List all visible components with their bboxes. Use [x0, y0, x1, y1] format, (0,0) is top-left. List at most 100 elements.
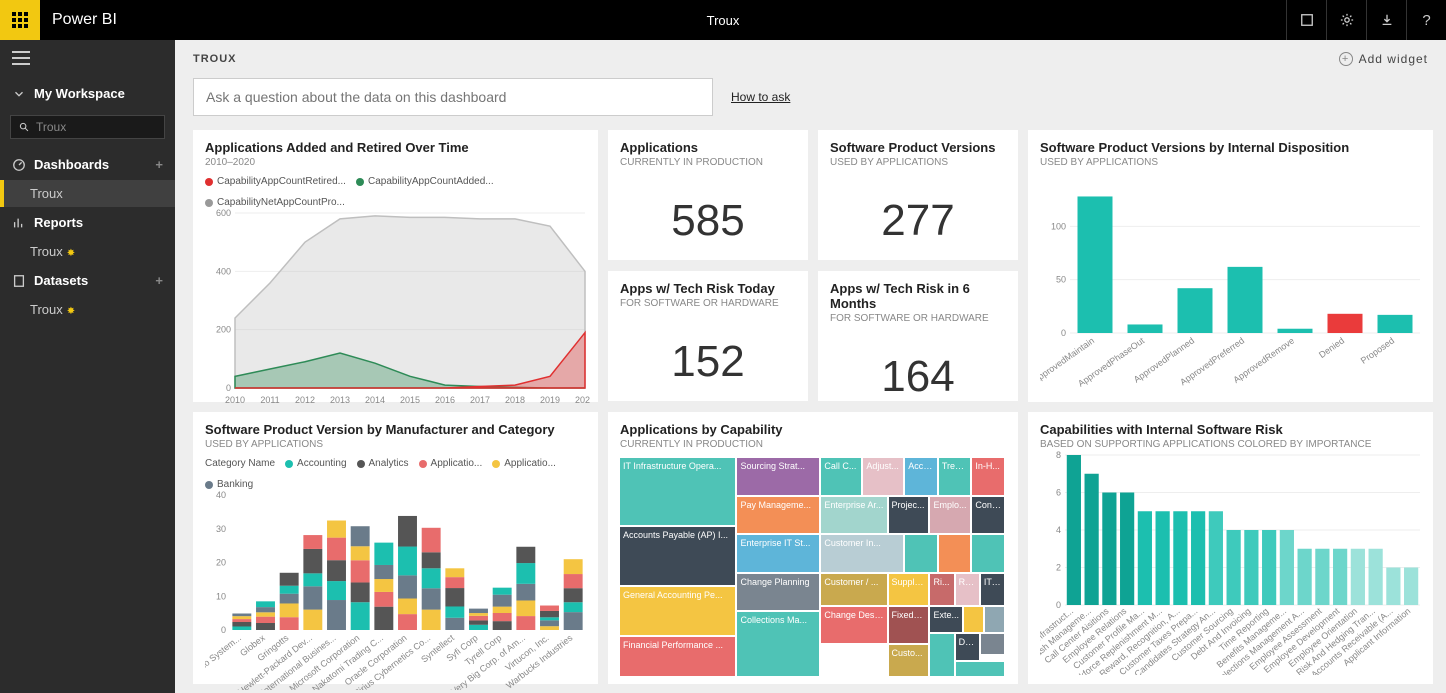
treemap-cell[interactable]: General Accounting Pe...	[620, 587, 735, 635]
treemap-cell[interactable]	[981, 634, 1004, 654]
nav-section-dashboards[interactable]: Dashboards +	[0, 149, 175, 180]
chart-legend: Category Name Accounting Analytics Appli…	[205, 458, 586, 490]
tile-risk-today[interactable]: Apps w/ Tech Risk Today For Software or …	[608, 271, 808, 401]
treemap-cell[interactable]: Emplo...	[930, 497, 970, 534]
workspace-header[interactable]: My Workspace	[0, 76, 175, 111]
sidebar-item-troux-dashboard[interactable]: Troux	[0, 180, 175, 207]
treemap-chart: IT Infrastructure Opera...Accounts Payab…	[620, 458, 1006, 678]
add-dashboard-button[interactable]: +	[155, 157, 163, 172]
chevron-down-icon	[12, 87, 26, 101]
tile-risk-caps-chart[interactable]: Capabilities with Internal Software Risk…	[1028, 412, 1433, 684]
svg-text:Denied: Denied	[1317, 335, 1346, 360]
svg-text:30: 30	[216, 524, 226, 534]
help-button[interactable]: ?	[1406, 0, 1446, 40]
treemap-cell[interactable]: IT Infrastructure Opera...	[620, 458, 735, 525]
stacked-bar-chart: 102030400Cisco System...GlobexGringottsH…	[205, 490, 590, 690]
area-chart: 0200400600201020112012201320142015201620…	[205, 208, 590, 408]
workspace-label: My Workspace	[34, 86, 125, 101]
treemap-cell[interactable]: Ri...	[930, 574, 953, 605]
svg-text:4: 4	[1056, 525, 1061, 535]
svg-text:2018: 2018	[505, 395, 525, 405]
help-icon: ?	[1422, 12, 1430, 29]
datasets-icon	[12, 274, 26, 288]
tile-manufacturer-chart[interactable]: Software Product Version by Manufacturer…	[193, 412, 598, 684]
svg-text:400: 400	[216, 266, 231, 276]
treemap-cell[interactable]	[939, 535, 971, 572]
add-widget-button[interactable]: +Add widget	[1339, 52, 1428, 66]
kpi-value: 277	[830, 196, 1006, 246]
tile-apps-in-production[interactable]: Applications Currently in Production 585	[608, 130, 808, 260]
treemap-cell[interactable]: Exte...	[930, 607, 962, 633]
settings-button[interactable]	[1326, 0, 1366, 40]
svg-text:0: 0	[1056, 600, 1061, 610]
svg-text:100: 100	[1051, 221, 1066, 231]
sidebar-search[interactable]: Troux	[10, 115, 165, 139]
app-launcher-button[interactable]	[0, 0, 40, 40]
treemap-cell[interactable]	[985, 607, 1004, 633]
svg-text:2: 2	[1056, 563, 1061, 573]
treemap-cell[interactable]: Customer / ...	[821, 574, 886, 605]
menu-toggle-button[interactable]	[12, 51, 30, 65]
treemap-cell[interactable]	[905, 535, 937, 572]
svg-text:Cisco System...: Cisco System...	[205, 633, 243, 679]
treemap-cell[interactable]: Call C...	[821, 458, 861, 495]
treemap-cell[interactable]: Enterprise IT St...	[737, 535, 819, 572]
svg-text:2016: 2016	[435, 395, 455, 405]
treemap-cell[interactable]: Trea...	[939, 458, 971, 495]
treemap-cell[interactable]: Customer In...	[821, 535, 903, 572]
treemap-cell[interactable]: IT ...	[981, 574, 1004, 605]
treemap-cell[interactable]: Enterprise Ar...	[821, 497, 886, 534]
treemap-cell[interactable]: De...	[956, 634, 979, 660]
download-icon	[1380, 13, 1394, 27]
treemap-cell[interactable]: Fixed-A...	[889, 607, 929, 644]
tile-software-versions[interactable]: Software Product Versions Used by Applic…	[818, 130, 1018, 260]
svg-text:50: 50	[1056, 275, 1066, 285]
treemap-cell[interactable]: Adjust...	[863, 458, 903, 495]
sidebar-item-troux-report[interactable]: Troux✸	[0, 238, 175, 265]
treemap-cell[interactable]: Collections Ma...	[737, 612, 819, 676]
treemap-cell[interactable]: Re...	[956, 574, 979, 605]
download-button[interactable]	[1366, 0, 1406, 40]
treemap-cell[interactable]: Accounts Payable (AP) I...	[620, 527, 735, 586]
treemap-cell[interactable]: Sourcing Strat...	[737, 458, 819, 495]
fullscreen-button[interactable]	[1286, 0, 1326, 40]
treemap-cell[interactable]: Projec...	[889, 497, 929, 534]
nav-section-datasets[interactable]: Datasets +	[0, 265, 175, 296]
svg-text:0: 0	[226, 383, 231, 393]
bar-chart: 501000ApprovedMaintainApprovedPhaseOutAp…	[1040, 168, 1425, 393]
svg-text:2015: 2015	[400, 395, 420, 405]
svg-text:2020: 2020	[575, 395, 590, 405]
treemap-cell[interactable]: In-H...	[972, 458, 1004, 495]
svg-text:0: 0	[221, 625, 226, 635]
kpi-value: 585	[620, 196, 796, 246]
star-icon: ✸	[67, 248, 75, 259]
treemap-cell[interactable]: Change Planning	[737, 574, 819, 611]
top-bar: Power BI Troux ?	[0, 0, 1446, 40]
treemap-cell[interactable]: Change Desi...	[821, 607, 886, 644]
search-value: Troux	[36, 120, 66, 134]
treemap-cell[interactable]: Acco...	[905, 458, 937, 495]
qna-input[interactable]	[193, 78, 713, 116]
chart-legend: CapabilityAppCountRetired... CapabilityA…	[205, 176, 586, 208]
treemap-cell[interactable]: Supplie...	[889, 574, 929, 605]
treemap-cell[interactable]: Financial Performance ...	[620, 637, 735, 676]
treemap-cell[interactable]: Custo...	[889, 645, 929, 676]
treemap-cell[interactable]: Conta...	[972, 497, 1004, 534]
treemap-cell[interactable]: Pay Manageme...	[737, 497, 819, 534]
svg-text:2017: 2017	[470, 395, 490, 405]
treemap-cell[interactable]	[972, 535, 1004, 572]
tile-disposition-chart[interactable]: Software Product Versions by Internal Di…	[1028, 130, 1433, 402]
how-to-ask-link[interactable]: How to ask	[731, 90, 790, 104]
add-dataset-button[interactable]: +	[155, 273, 163, 288]
svg-text:2011: 2011	[260, 395, 279, 405]
treemap-cell[interactable]	[956, 662, 1004, 677]
nav-section-reports[interactable]: Reports	[0, 207, 175, 238]
app-title: Power BI	[52, 11, 117, 29]
sidebar-item-troux-dataset[interactable]: Troux✸	[0, 296, 175, 323]
treemap-cell[interactable]	[964, 607, 983, 633]
tile-capability-treemap[interactable]: Applications by Capability Currently in …	[608, 412, 1018, 684]
tile-apps-over-time[interactable]: Applications Added and Retired Over Time…	[193, 130, 598, 402]
treemap-cell[interactable]	[930, 634, 953, 676]
tile-risk-6months[interactable]: Apps w/ Tech Risk in 6 Months For Softwa…	[818, 271, 1018, 401]
breadcrumb: TROUX	[193, 53, 237, 65]
